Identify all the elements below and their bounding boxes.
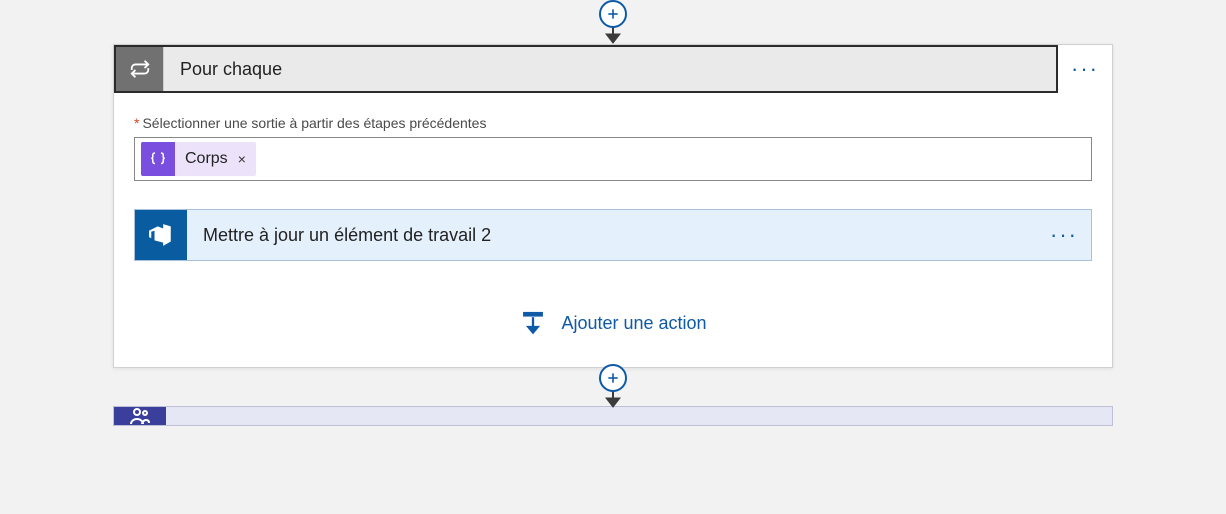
inner-action-card[interactable]: Mettre à jour un élément de travail 2 ··… bbox=[134, 209, 1092, 261]
foreach-menu-button[interactable]: ··· bbox=[1058, 45, 1112, 93]
foreach-title: Pour chaque bbox=[164, 47, 282, 91]
select-output-label: *Sélectionner une sortie à partir des ét… bbox=[134, 115, 1092, 131]
next-step-card[interactable] bbox=[113, 406, 1113, 426]
loop-icon bbox=[116, 47, 164, 91]
select-output-label-text: Sélectionner une sortie à partir des éta… bbox=[142, 115, 486, 131]
token-corps[interactable]: Corps × bbox=[141, 142, 256, 176]
insert-step-icon bbox=[519, 309, 547, 337]
foreach-card: Pour chaque ··· *Sélectionner une sortie… bbox=[113, 44, 1113, 368]
connector-bottom bbox=[113, 366, 1113, 408]
select-output-input[interactable]: Corps × bbox=[134, 137, 1092, 181]
token-label: Corps bbox=[175, 150, 228, 168]
inner-action-title: Mettre à jour un élément de travail 2 bbox=[187, 210, 1037, 260]
azure-devops-icon bbox=[135, 210, 187, 260]
required-marker: * bbox=[134, 115, 139, 131]
foreach-header[interactable]: Pour chaque bbox=[114, 45, 1058, 93]
add-step-button-top[interactable] bbox=[599, 0, 627, 28]
braces-icon bbox=[141, 142, 175, 176]
connector-top bbox=[113, 0, 1113, 44]
token-remove-button[interactable]: × bbox=[238, 151, 246, 167]
inner-action-menu-button[interactable]: ··· bbox=[1037, 210, 1091, 260]
teams-icon bbox=[114, 407, 166, 425]
add-action-label: Ajouter une action bbox=[561, 313, 706, 334]
add-action-button[interactable]: Ajouter une action bbox=[134, 309, 1092, 337]
add-step-button-bottom[interactable] bbox=[599, 364, 627, 392]
